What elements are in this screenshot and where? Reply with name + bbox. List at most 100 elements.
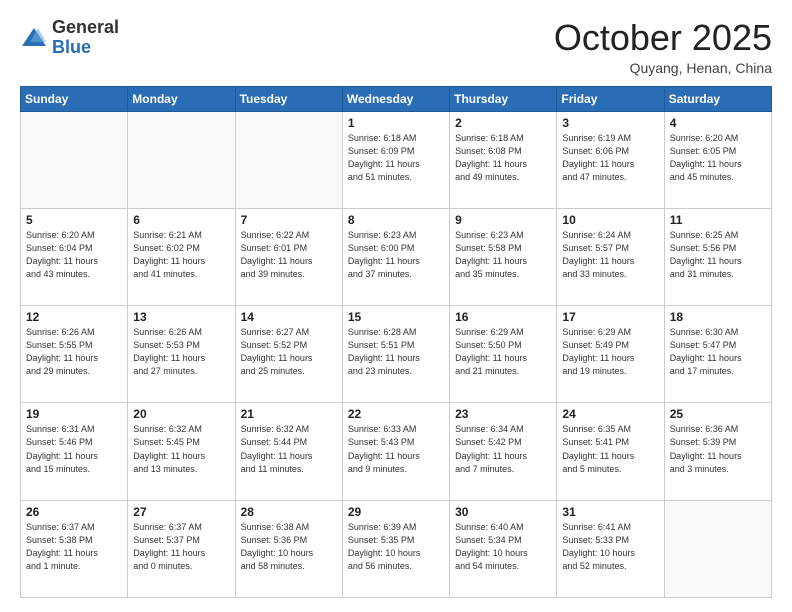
calendar-cell: 11 Sunrise: 6:25 AMSunset: 5:56 PMDayligh… xyxy=(664,208,771,305)
calendar-cell: 8 Sunrise: 6:23 AMSunset: 6:00 PMDaylight… xyxy=(342,208,449,305)
calendar-cell: 22Sunrise: 6:33 AMSunset: 5:43 PMDayligh… xyxy=(342,403,449,500)
calendar-cell xyxy=(128,111,235,208)
calendar-cell: 15Sunrise: 6:28 AMSunset: 5:51 PMDayligh… xyxy=(342,306,449,403)
day-info: Sunrise: 6:37 AMSunset: 5:37 PMDaylight:… xyxy=(133,521,229,573)
col-thursday: Thursday xyxy=(450,86,557,111)
day-number: 27 xyxy=(133,505,229,519)
day-info: Sunrise: 6:30 AMSunset: 5:47 PMDaylight:… xyxy=(670,326,766,378)
day-info: Sunrise: 6:28 AMSunset: 5:51 PMDaylight:… xyxy=(348,326,444,378)
calendar-cell: 28Sunrise: 6:38 AMSunset: 5:36 PMDayligh… xyxy=(235,500,342,597)
col-friday: Friday xyxy=(557,86,664,111)
day-info: Sunrise: 6:36 AMSunset: 5:39 PMDaylight:… xyxy=(670,423,766,475)
day-info: Sunrise: 6:18 AMSunset: 6:08 PMDaylight:… xyxy=(455,132,551,184)
calendar-table: Sunday Monday Tuesday Wednesday Thursday… xyxy=(20,86,772,598)
logo-general: General xyxy=(52,17,119,37)
day-info: Sunrise: 6:23 AMSunset: 6:00 PMDaylight:… xyxy=(348,229,444,281)
calendar-cell: 18 Sunrise: 6:30 AMSunset: 5:47 PMDayligh… xyxy=(664,306,771,403)
day-number: 13 xyxy=(133,310,229,324)
day-number: 21 xyxy=(241,407,337,421)
calendar-cell: 29Sunrise: 6:39 AMSunset: 5:35 PMDayligh… xyxy=(342,500,449,597)
calendar-cell xyxy=(664,500,771,597)
day-info: Sunrise: 6:19 AMSunset: 6:06 PMDaylight:… xyxy=(562,132,658,184)
day-number: 24 xyxy=(562,407,658,421)
day-number: 18 xyxy=(670,310,766,324)
day-number: 11 xyxy=(670,213,766,227)
day-info: Sunrise: 6:23 AMSunset: 5:58 PMDaylight:… xyxy=(455,229,551,281)
col-sunday: Sunday xyxy=(21,86,128,111)
day-number: 25 xyxy=(670,407,766,421)
calendar-cell xyxy=(21,111,128,208)
calendar-cell: 24 Sunrise: 6:35 AMSunset: 5:41 PMDayligh… xyxy=(557,403,664,500)
calendar-cell: 26 Sunrise: 6:37 AMSunset: 5:38 PMDayligh… xyxy=(21,500,128,597)
day-number: 12 xyxy=(26,310,122,324)
day-number: 4 xyxy=(670,116,766,130)
calendar-cell: 14 Sunrise: 6:27 AMSunset: 5:52 PMDayligh… xyxy=(235,306,342,403)
col-wednesday: Wednesday xyxy=(342,86,449,111)
day-info: Sunrise: 6:34 AMSunset: 5:42 PMDaylight:… xyxy=(455,423,551,475)
page: General Blue October 2025 Quyang, Henan,… xyxy=(0,0,792,612)
day-number: 5 xyxy=(26,213,122,227)
calendar-cell: 16Sunrise: 6:29 AMSunset: 5:50 PMDayligh… xyxy=(450,306,557,403)
calendar-cell: 10 Sunrise: 6:24 AMSunset: 5:57 PMDayligh… xyxy=(557,208,664,305)
calendar-cell: 7 Sunrise: 6:22 AMSunset: 6:01 PMDaylight… xyxy=(235,208,342,305)
day-number: 14 xyxy=(241,310,337,324)
calendar-cell: 9 Sunrise: 6:23 AMSunset: 5:58 PMDaylight… xyxy=(450,208,557,305)
calendar-cell: 19Sunrise: 6:31 AMSunset: 5:46 PMDayligh… xyxy=(21,403,128,500)
calendar-cell: 12 Sunrise: 6:26 AMSunset: 5:55 PMDayligh… xyxy=(21,306,128,403)
day-info: Sunrise: 6:21 AMSunset: 6:02 PMDaylight:… xyxy=(133,229,229,281)
day-info: Sunrise: 6:37 AMSunset: 5:38 PMDaylight:… xyxy=(26,521,122,573)
day-info: Sunrise: 6:24 AMSunset: 5:57 PMDaylight:… xyxy=(562,229,658,281)
day-info: Sunrise: 6:20 AMSunset: 6:04 PMDaylight:… xyxy=(26,229,122,281)
day-number: 10 xyxy=(562,213,658,227)
day-info: Sunrise: 6:20 AMSunset: 6:05 PMDaylight:… xyxy=(670,132,766,184)
location-subtitle: Quyang, Henan, China xyxy=(554,60,772,76)
calendar-week-2: 5 Sunrise: 6:20 AMSunset: 6:04 PMDaylight… xyxy=(21,208,772,305)
calendar-body: 1 Sunrise: 6:18 AMSunset: 6:09 PMDaylight… xyxy=(21,111,772,597)
day-info: Sunrise: 6:41 AMSunset: 5:33 PMDaylight:… xyxy=(562,521,658,573)
day-info: Sunrise: 6:33 AMSunset: 5:43 PMDaylight:… xyxy=(348,423,444,475)
calendar-cell: 4 Sunrise: 6:20 AMSunset: 6:05 PMDaylight… xyxy=(664,111,771,208)
day-info: Sunrise: 6:25 AMSunset: 5:56 PMDaylight:… xyxy=(670,229,766,281)
day-number: 26 xyxy=(26,505,122,519)
month-title: October 2025 xyxy=(554,18,772,58)
day-number: 8 xyxy=(348,213,444,227)
day-info: Sunrise: 6:32 AMSunset: 5:44 PMDaylight:… xyxy=(241,423,337,475)
calendar-week-5: 26 Sunrise: 6:37 AMSunset: 5:38 PMDayligh… xyxy=(21,500,772,597)
day-info: Sunrise: 6:40 AMSunset: 5:34 PMDaylight:… xyxy=(455,521,551,573)
day-number: 7 xyxy=(241,213,337,227)
logo-icon xyxy=(20,24,48,52)
day-number: 6 xyxy=(133,213,229,227)
day-info: Sunrise: 6:18 AMSunset: 6:09 PMDaylight:… xyxy=(348,132,444,184)
day-info: Sunrise: 6:29 AMSunset: 5:50 PMDaylight:… xyxy=(455,326,551,378)
logo-blue: Blue xyxy=(52,37,91,57)
calendar-cell: 21 Sunrise: 6:32 AMSunset: 5:44 PMDayligh… xyxy=(235,403,342,500)
calendar-cell: 6 Sunrise: 6:21 AMSunset: 6:02 PMDaylight… xyxy=(128,208,235,305)
day-number: 20 xyxy=(133,407,229,421)
day-number: 9 xyxy=(455,213,551,227)
calendar-week-3: 12 Sunrise: 6:26 AMSunset: 5:55 PMDayligh… xyxy=(21,306,772,403)
day-info: Sunrise: 6:29 AMSunset: 5:49 PMDaylight:… xyxy=(562,326,658,378)
logo: General Blue xyxy=(20,18,119,58)
day-info: Sunrise: 6:32 AMSunset: 5:45 PMDaylight:… xyxy=(133,423,229,475)
day-info: Sunrise: 6:22 AMSunset: 6:01 PMDaylight:… xyxy=(241,229,337,281)
day-number: 1 xyxy=(348,116,444,130)
day-info: Sunrise: 6:26 AMSunset: 5:55 PMDaylight:… xyxy=(26,326,122,378)
col-monday: Monday xyxy=(128,86,235,111)
day-info: Sunrise: 6:27 AMSunset: 5:52 PMDaylight:… xyxy=(241,326,337,378)
calendar-cell: 20 Sunrise: 6:32 AMSunset: 5:45 PMDayligh… xyxy=(128,403,235,500)
title-block: October 2025 Quyang, Henan, China xyxy=(554,18,772,76)
calendar-cell: 3 Sunrise: 6:19 AMSunset: 6:06 PMDaylight… xyxy=(557,111,664,208)
day-number: 31 xyxy=(562,505,658,519)
day-number: 19 xyxy=(26,407,122,421)
calendar-cell: 1 Sunrise: 6:18 AMSunset: 6:09 PMDaylight… xyxy=(342,111,449,208)
day-number: 23 xyxy=(455,407,551,421)
logo-text: General Blue xyxy=(52,18,119,58)
day-number: 17 xyxy=(562,310,658,324)
day-number: 29 xyxy=(348,505,444,519)
day-number: 3 xyxy=(562,116,658,130)
calendar-header-row: Sunday Monday Tuesday Wednesday Thursday… xyxy=(21,86,772,111)
calendar-cell: 27 Sunrise: 6:37 AMSunset: 5:37 PMDayligh… xyxy=(128,500,235,597)
day-info: Sunrise: 6:35 AMSunset: 5:41 PMDaylight:… xyxy=(562,423,658,475)
day-number: 30 xyxy=(455,505,551,519)
col-tuesday: Tuesday xyxy=(235,86,342,111)
